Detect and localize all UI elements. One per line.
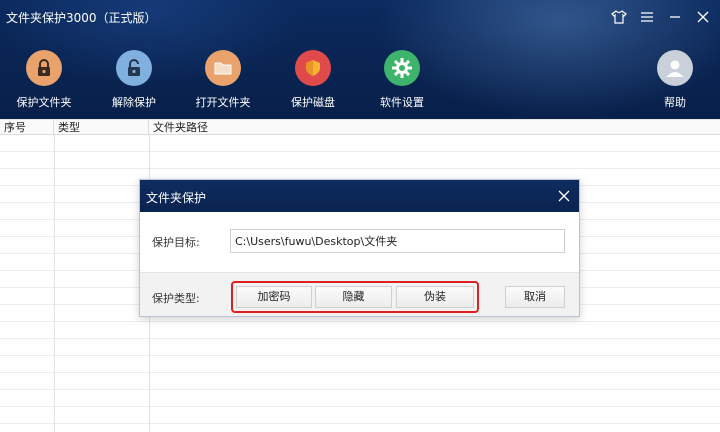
- gear-icon: [384, 50, 420, 86]
- toolbar-label: 解除保护: [112, 96, 156, 109]
- column-header-path[interactable]: 文件夹路径: [149, 120, 720, 136]
- skin-icon[interactable]: [610, 8, 628, 26]
- target-label: 保护目标:: [152, 236, 200, 249]
- window-controls: [610, 8, 712, 26]
- menu-icon[interactable]: [638, 8, 656, 26]
- lock-icon: [26, 50, 62, 86]
- toolbar-label: 软件设置: [380, 96, 424, 109]
- toolbar-label: 打开文件夹: [195, 96, 251, 109]
- toolbar-label: 帮助: [664, 96, 686, 109]
- column-divider: [54, 135, 55, 432]
- main-toolbar: 保护文件夹 解除保护 打开文件夹 保护磁盘 软件设置 帮助: [0, 50, 720, 112]
- settings-button[interactable]: 软件设置: [367, 50, 437, 110]
- window-title: 文件夹保护3000（正式版）: [6, 11, 157, 25]
- cancel-button[interactable]: 取消: [505, 286, 565, 308]
- close-icon[interactable]: [694, 8, 712, 26]
- app-header: 文件夹保护3000（正式版） 保护文件夹 解除保护 打开文件夹 保护磁盘 软件设…: [0, 0, 720, 119]
- user-icon: [657, 50, 693, 86]
- toolbar-label: 保护磁盘: [291, 96, 335, 109]
- encrypt-button[interactable]: 加密码: [236, 286, 312, 308]
- protect-folder-button[interactable]: 保护文件夹: [9, 50, 79, 110]
- protect-dialog: 文件夹保护 保护目标: 保护类型: 加密码 隐藏 伪装 取消: [139, 179, 580, 317]
- minimize-icon[interactable]: [666, 8, 684, 26]
- unprotect-button[interactable]: 解除保护: [99, 50, 169, 110]
- help-button[interactable]: 帮助: [640, 50, 710, 110]
- protect-disk-button[interactable]: 保护磁盘: [278, 50, 348, 110]
- open-folder-button[interactable]: 打开文件夹: [188, 50, 258, 110]
- hide-button[interactable]: 隐藏: [315, 286, 392, 308]
- dialog-close-icon[interactable]: [555, 187, 573, 205]
- column-header-type[interactable]: 类型: [54, 120, 149, 136]
- target-row: 保护目标:: [140, 212, 579, 272]
- table-header: 序号 类型 文件夹路径: [0, 119, 720, 136]
- folder-icon: [205, 50, 241, 86]
- type-row: 保护类型: 加密码 隐藏 伪装 取消: [140, 272, 579, 316]
- toolbar-label: 保护文件夹: [16, 96, 72, 109]
- dialog-titlebar: 文件夹保护: [140, 180, 579, 212]
- column-header-index[interactable]: 序号: [0, 120, 54, 136]
- disguise-button[interactable]: 伪装: [396, 286, 474, 308]
- type-label: 保护类型:: [152, 292, 200, 305]
- target-path-field[interactable]: [230, 229, 565, 253]
- shield-icon: [295, 50, 331, 86]
- unlock-icon: [116, 50, 152, 86]
- dialog-title: 文件夹保护: [146, 191, 207, 205]
